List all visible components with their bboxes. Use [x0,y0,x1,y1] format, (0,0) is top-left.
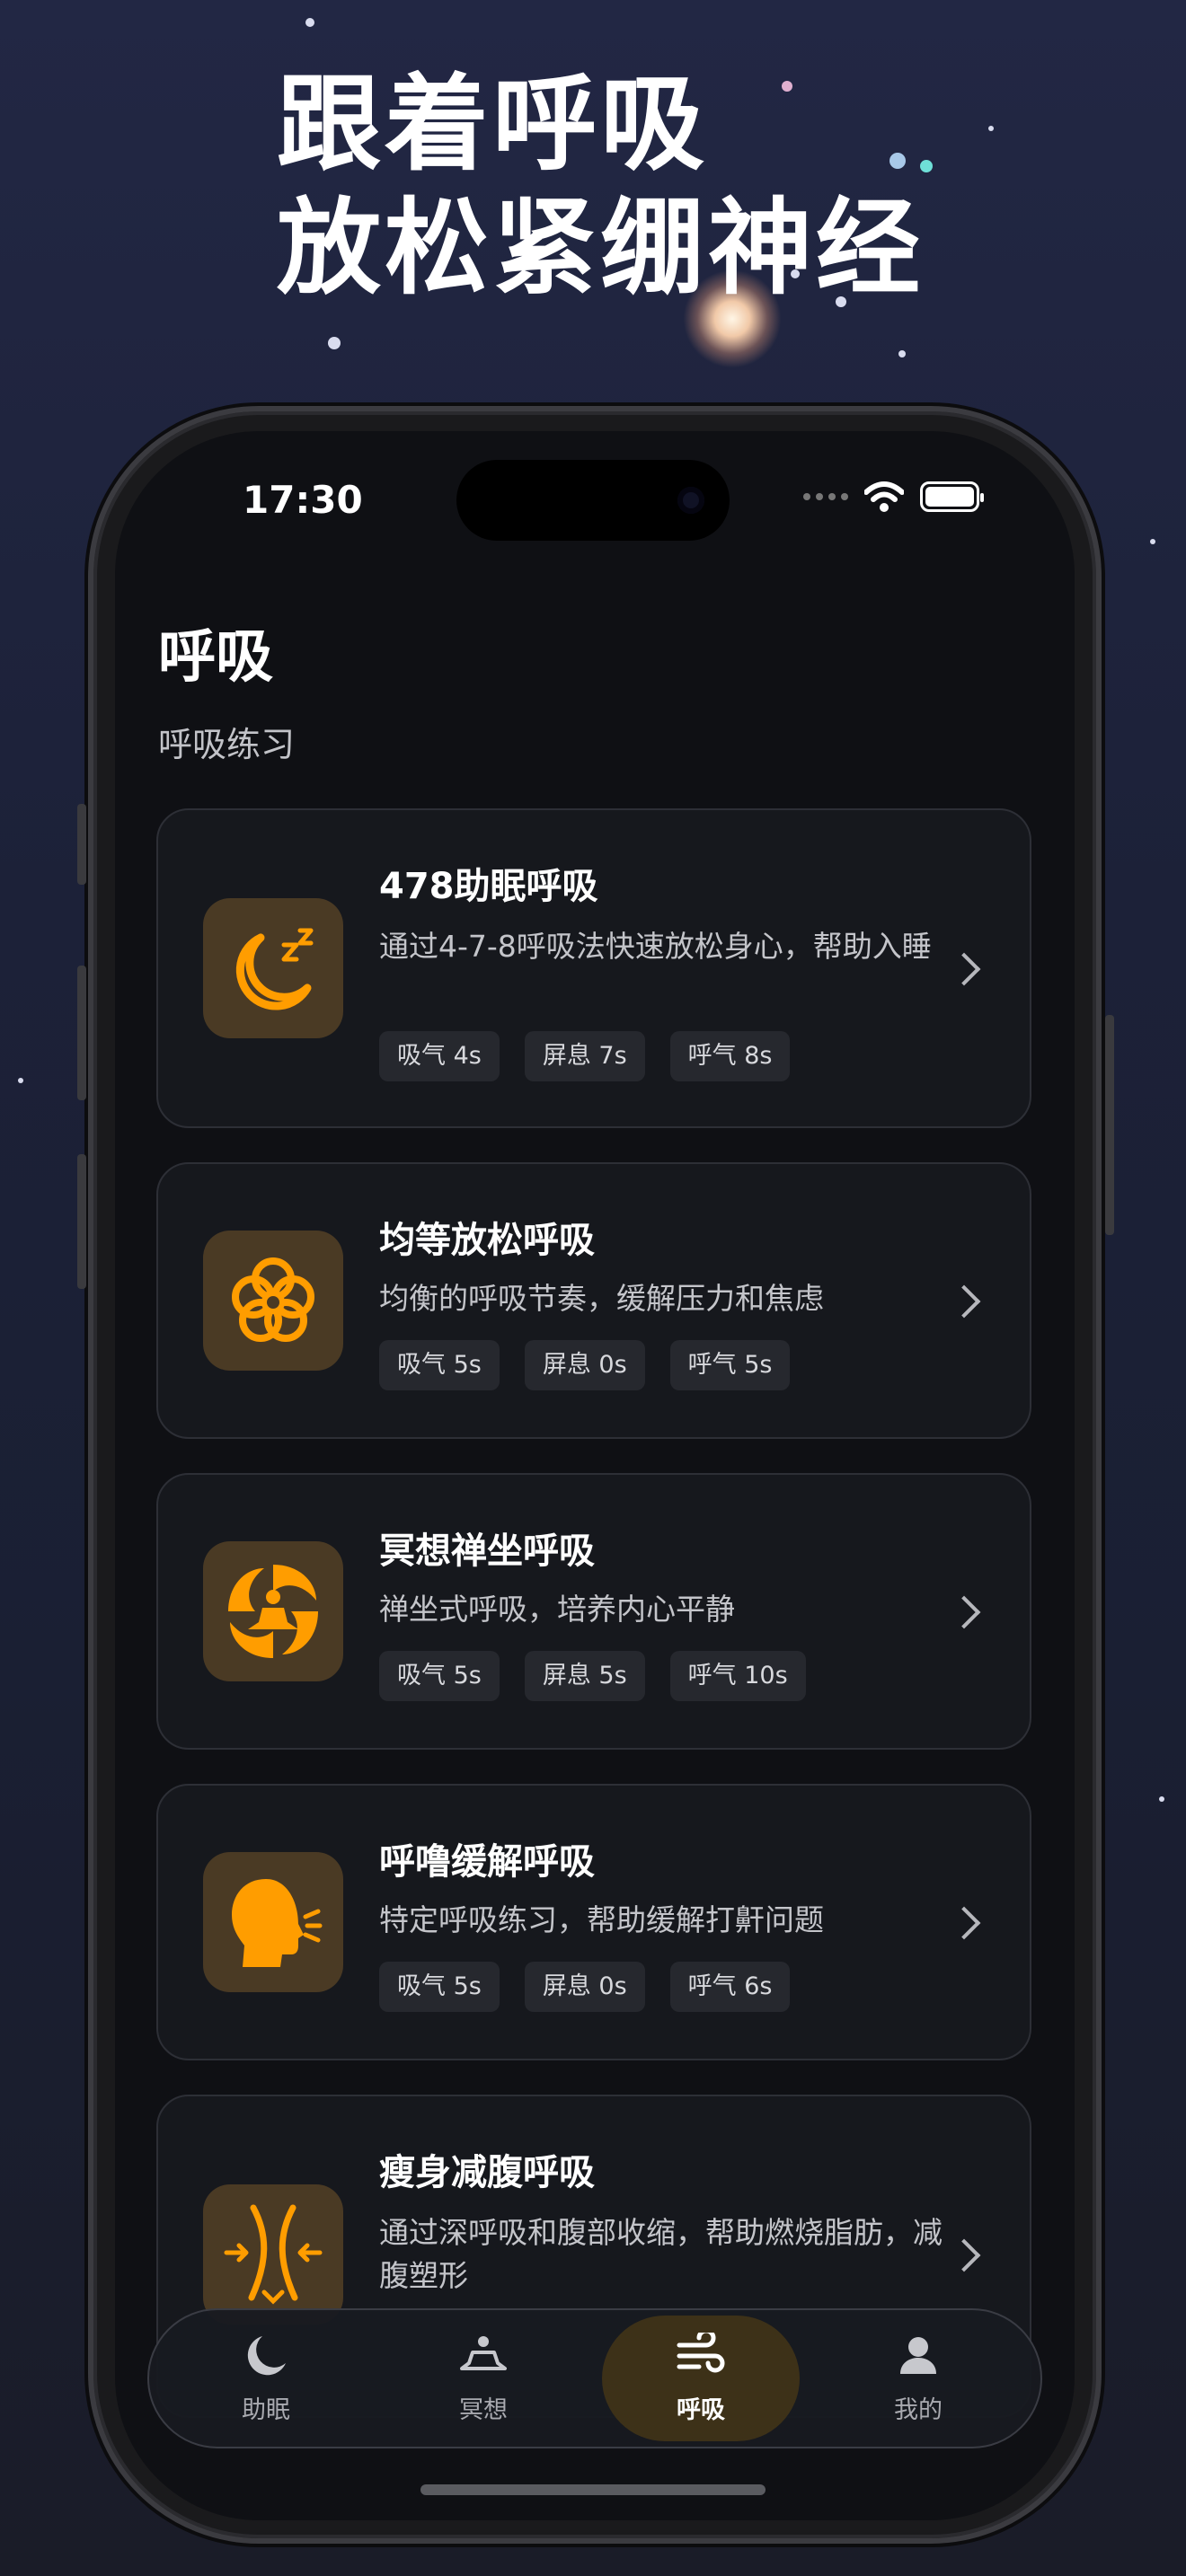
tab-meditation[interactable]: 冥想 [385,2310,582,2447]
exhale-chip: 呼气 10s [669,1651,806,1701]
exhale-chip: 呼气 8s [669,1031,791,1081]
star [1150,539,1155,544]
breathing-card-equal[interactable]: 均等放松呼吸 均衡的呼吸节奏，缓解压力和焦虑 吸气 5s 屏息 0s 呼气 5s [156,1162,1031,1439]
card-description: 均衡的呼吸节奏，缓解压力和焦虑 [379,1281,824,1316]
hold-chip: 屏息 0s [524,1962,645,2012]
tab-label: 冥想 [459,2395,508,2424]
page-subtitle: 呼吸练习 [158,725,296,764]
wifi-icon [864,481,904,512]
page-title: 呼吸 [158,624,273,691]
camera-icon [677,487,704,514]
tab-label: 呼吸 [677,2395,725,2424]
inhale-chip: 吸气 5s [379,1962,500,2012]
star [988,126,994,131]
breathing-card-snore[interactable]: 呼噜缓解呼吸 特定呼吸练习，帮助缓解打鼾问题 吸气 5s 屏息 0s 呼气 6s [156,1784,1031,2060]
tab-label: 助眠 [242,2395,290,2424]
person-icon [900,2336,936,2374]
promo-line-1: 跟着呼吸 [277,64,708,185]
wind-icon [677,2332,725,2372]
breathing-card-meditation[interactable]: 冥想禅坐呼吸 禅坐式呼吸，培养内心平静 吸气 5s 屏息 5s 呼气 10s [156,1473,1031,1750]
tab-label: 我的 [894,2395,943,2424]
card-title: 均等放松呼吸 [379,1220,595,1261]
battery-icon [920,481,984,512]
card-description: 通过4-7-8呼吸法快速放松身心，帮助入睡 [379,929,932,964]
status-time: 17:30 [243,478,363,522]
tab-bar: 助眠 冥想 呼吸 我的 [147,2308,1042,2448]
head-exhale-icon [203,1852,343,1992]
star [898,350,906,357]
promo-headline: 跟着呼吸 放松紧绷神经 [277,63,924,311]
tab-sleep[interactable]: 助眠 [167,2310,365,2447]
card-description: 特定呼吸练习，帮助缓解打鼾问题 [379,1902,824,1937]
exhale-chip: 呼气 5s [669,1340,791,1390]
inhale-chip: 吸气 4s [379,1031,500,1081]
inhale-chip: 吸气 5s [379,1340,500,1390]
card-title: 瘦身减腹呼吸 [379,2152,595,2193]
card-chips: 吸气 5s 屏息 0s 呼气 6s [379,1962,791,2012]
card-chips: 吸气 5s 屏息 5s 呼气 10s [379,1651,806,1701]
card-chips: 吸气 5s 屏息 0s 呼气 5s [379,1340,791,1390]
status-icons [803,481,984,512]
card-description: 禅坐式呼吸，培养内心平静 [379,1592,735,1627]
inhale-chip: 吸气 5s [379,1651,500,1701]
hold-chip: 屏息 0s [524,1340,645,1390]
volume-down-button [77,1154,86,1289]
tab-breathing[interactable]: 呼吸 [602,2316,800,2441]
meditation-icon [460,2335,507,2370]
exhale-chip: 呼气 6s [669,1962,791,2012]
volume-up-button [77,966,86,1100]
card-title: 冥想禅坐呼吸 [379,1531,595,1572]
power-button [1105,1015,1114,1235]
card-title: 478助眠呼吸 [379,866,598,907]
moon-zzz-icon [203,898,343,1038]
home-indicator [420,2484,766,2495]
hold-chip: 屏息 7s [524,1031,645,1081]
card-title: 呼噜缓解呼吸 [379,1841,595,1883]
star [328,337,341,349]
card-description: 通过深呼吸和腹部收缩，帮助燃烧脂肪，减腹塑形 [379,2215,943,2293]
waist-slim-icon [203,2184,343,2325]
card-chips: 吸气 4s 屏息 7s 呼气 8s [379,1031,791,1081]
meditation-swirl-icon [203,1541,343,1681]
hold-chip: 屏息 5s [524,1651,645,1701]
action-button [77,804,86,885]
promo-line-2: 放松紧绷神经 [277,188,924,309]
flower-icon [203,1231,343,1371]
phone-screen: 17:30 呼吸 呼吸练习 478助眠呼吸 通过4-7-8呼吸法快速放松身心，帮… [115,431,1075,2520]
breathing-card-478[interactable]: 478助眠呼吸 通过4-7-8呼吸法快速放松身心，帮助入睡 吸气 4s 屏息 7… [156,808,1031,1128]
signal-icon [803,493,848,500]
dynamic-island [456,460,730,541]
moon-icon [247,2335,286,2375]
star [305,18,314,27]
star [1159,1796,1164,1802]
star [18,1078,23,1083]
tab-profile[interactable]: 我的 [819,2310,1017,2447]
